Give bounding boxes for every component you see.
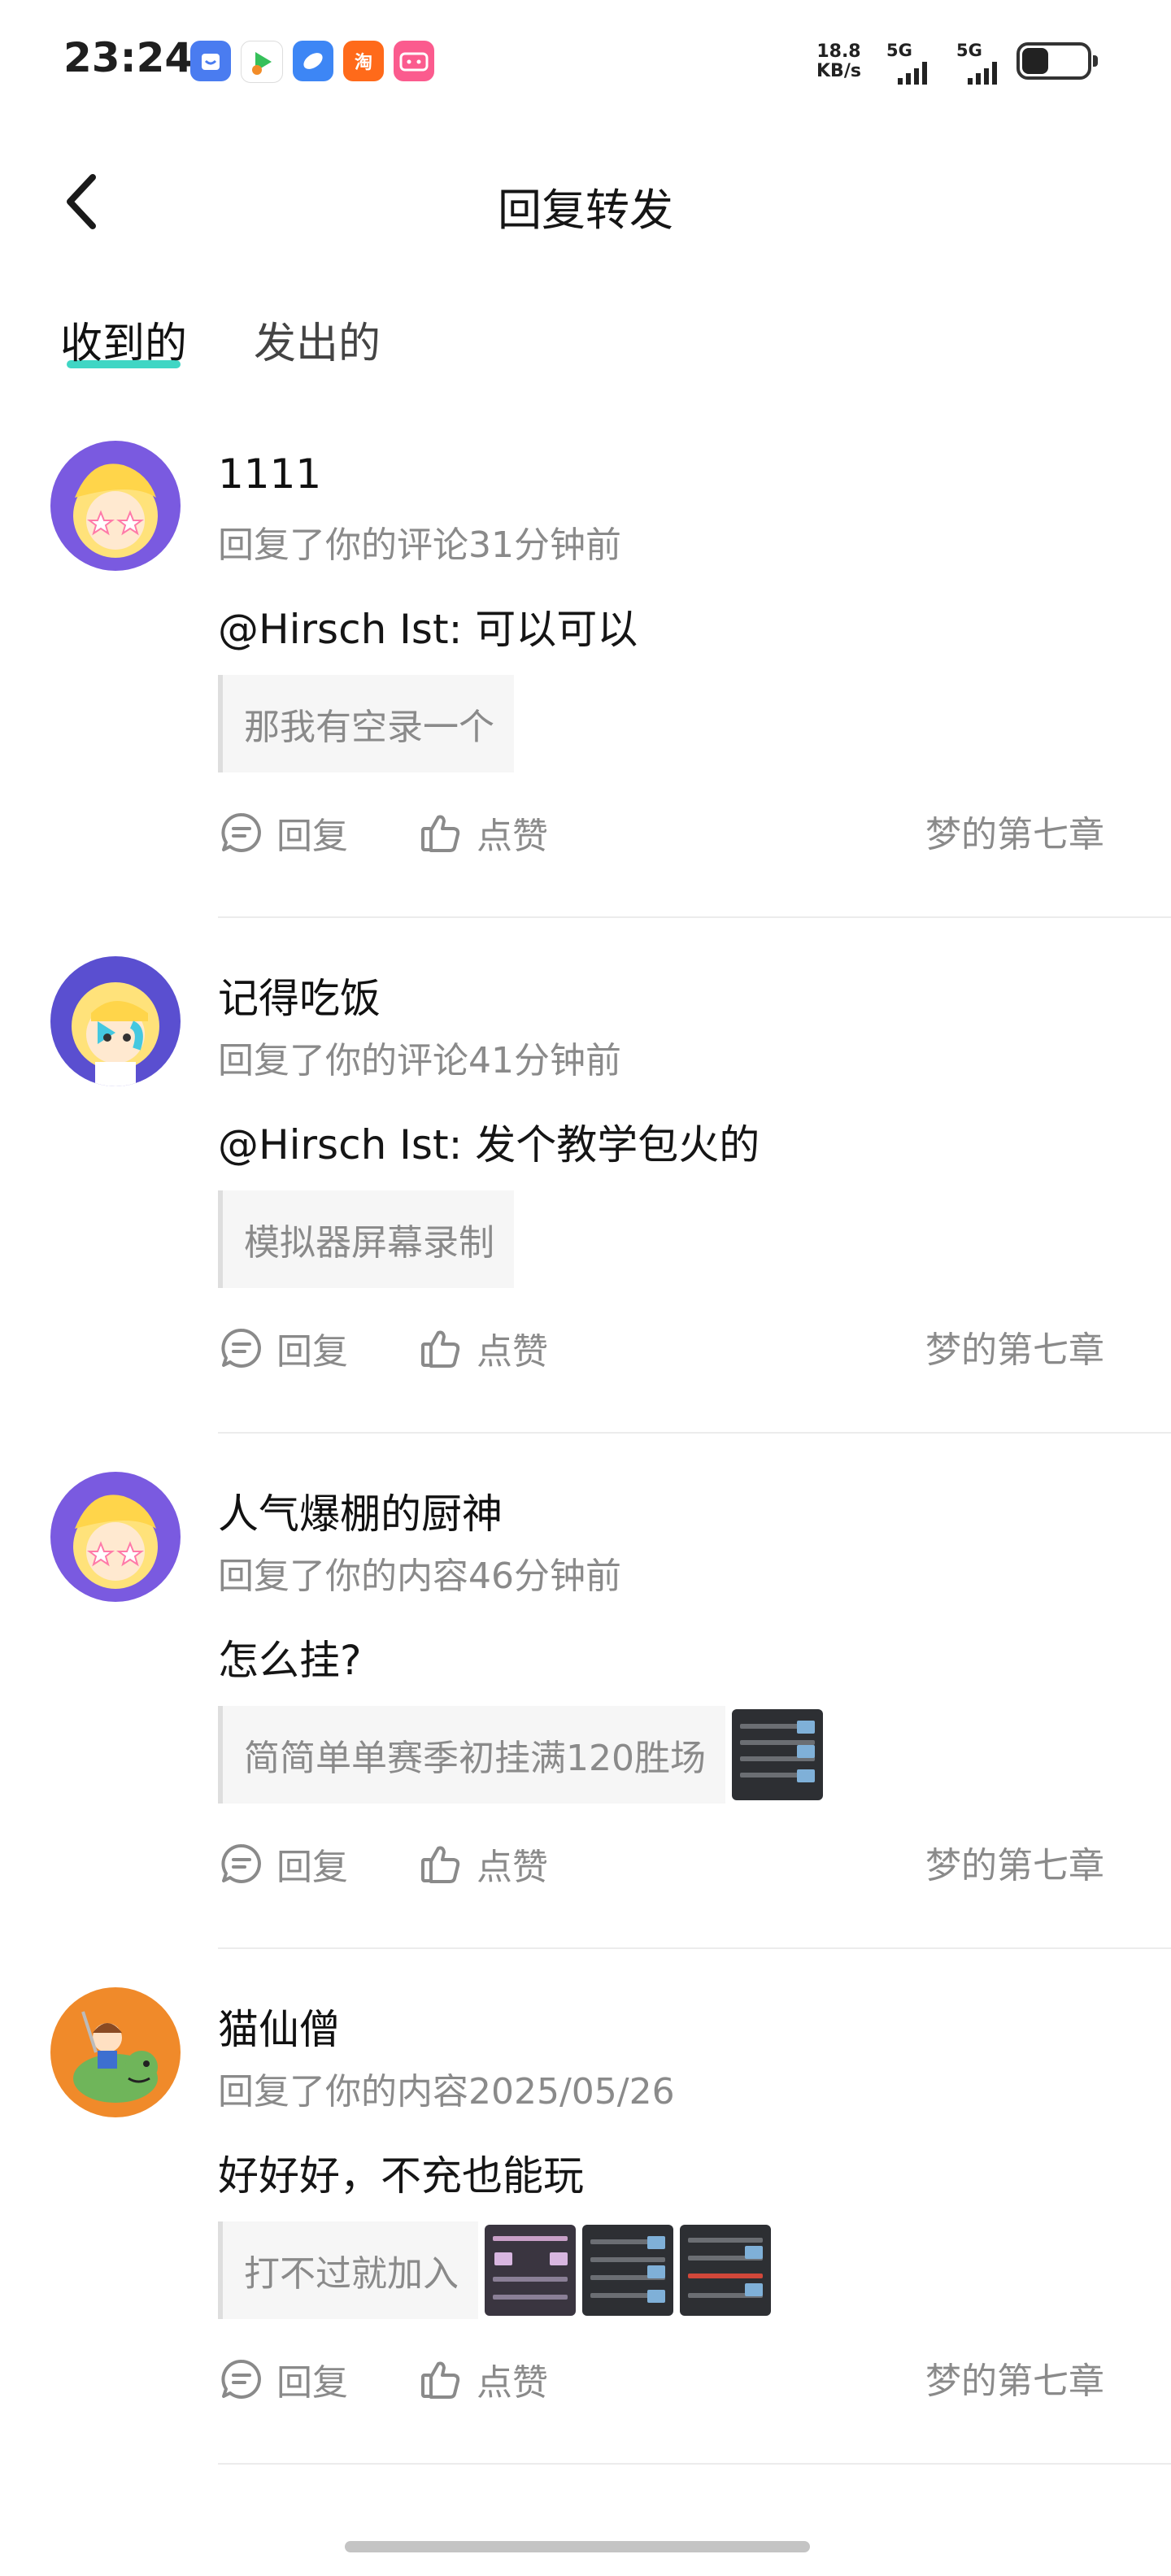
divider	[218, 916, 1171, 918]
signal-1-label: 5G	[886, 41, 912, 60]
divider	[218, 2463, 1171, 2465]
screenshot-thumbnail[interactable]	[731, 1709, 823, 1800]
username[interactable]: 猫仙僧	[218, 1997, 340, 2056]
screenshot-thumbnail[interactable]	[485, 2225, 576, 2316]
tab-sent-label: 发出的	[254, 320, 381, 368]
username[interactable]: 人气爆棚的厨神	[218, 1482, 503, 1540]
comment-icon	[221, 1328, 261, 1368]
reply-item[interactable]: 猫仙僧 回复了你的内容2025/05/26 好好好，不充也能玩 打不过就加入 回…	[0, 1987, 1171, 2503]
like-label: 点赞	[477, 1331, 548, 1373]
signal-1-icon: 5G	[886, 41, 935, 85]
reply-button[interactable]: 回复	[218, 807, 348, 859]
notification-app-icons: 淘	[190, 41, 434, 83]
reply-meta: 回复了你的评论41分钟前	[218, 1040, 621, 1081]
reply-label: 回复	[276, 816, 348, 857]
like-button[interactable]: 点赞	[418, 807, 548, 859]
username[interactable]: 记得吃饭	[218, 966, 381, 1025]
quoted-text: 那我有空录一个	[218, 675, 514, 772]
quoted-content[interactable]: 简简单单赛季初挂满120胜场	[218, 1706, 823, 1804]
comment-icon	[221, 1843, 261, 1883]
divider	[218, 1432, 1171, 1434]
tab-bar: 收到的 发出的	[60, 309, 381, 378]
reply-comment[interactable]: @Hirsch Ist: 发个教学包火的	[218, 1112, 760, 1171]
like-label: 点赞	[477, 1847, 548, 1888]
network-speed-value: 18.8	[816, 41, 861, 62]
thumbs-up-icon	[421, 2361, 460, 2399]
action-row: 回复 点赞 梦的第七章	[218, 2353, 1104, 2410]
tab-received[interactable]: 收到的	[60, 309, 187, 378]
thumbs-up-icon	[421, 815, 460, 852]
quoted-content[interactable]: 打不过就加入	[218, 2221, 771, 2319]
avatar[interactable]	[50, 441, 181, 571]
thumbs-up-icon	[421, 1846, 460, 1883]
thumbs-up-icon	[421, 1330, 460, 1368]
reply-meta: 回复了你的内容2025/05/26	[218, 2071, 675, 2113]
reply-button[interactable]: 回复	[218, 1838, 348, 1890]
tab-sent[interactable]: 发出的	[254, 309, 381, 378]
network-speed-unit: KB/s	[816, 61, 861, 81]
reply-comment[interactable]: @Hirsch Ist: 可以可以	[218, 597, 638, 655]
browser-app-icon	[293, 41, 333, 81]
taobao-app-icon: 淘	[343, 41, 384, 81]
network-speed: 18.8 KB/s	[816, 42, 861, 81]
battery-icon	[1016, 42, 1098, 80]
status-time: 23:24	[63, 34, 194, 81]
source-title[interactable]: 梦的第七章	[925, 807, 1104, 864]
page-title: 回复转发	[498, 185, 673, 236]
action-row: 回复 点赞 梦的第七章	[218, 1838, 1104, 1895]
reply-label: 回复	[276, 1331, 348, 1373]
like-button[interactable]: 点赞	[418, 1322, 548, 1374]
reply-meta: 回复了你的评论31分钟前	[218, 524, 621, 566]
source-title[interactable]: 梦的第七章	[925, 1838, 1104, 1895]
avatar[interactable]	[50, 1472, 181, 1602]
calendar-app-icon	[190, 41, 231, 81]
video-app-icon	[241, 41, 283, 83]
tab-received-label: 收到的	[60, 320, 188, 368]
avatar[interactable]	[50, 1987, 181, 2117]
quoted-text: 简简单单赛季初挂满120胜场	[218, 1706, 725, 1804]
divider	[218, 1947, 1171, 1949]
action-row: 回复 点赞 梦的第七章	[218, 1322, 1104, 1379]
avatar[interactable]	[50, 956, 181, 1086]
reply-comment[interactable]: 好好好，不充也能玩	[218, 2143, 584, 2202]
signal-2-label: 5G	[956, 41, 982, 60]
reply-comment[interactable]: 怎么挂?	[218, 1628, 362, 1686]
like-button[interactable]: 点赞	[418, 1838, 548, 1890]
reply-button[interactable]: 回复	[218, 2353, 348, 2405]
status-bar: 23:24 淘 18.8 KB/s 5G 5G	[0, 0, 1171, 122]
source-title[interactable]: 梦的第七章	[925, 1322, 1104, 1379]
page-header: 回复转发	[0, 154, 1171, 244]
quoted-content[interactable]: 模拟器屏幕录制	[218, 1190, 514, 1288]
reply-item[interactable]: 人气爆棚的厨神 回复了你的内容46分钟前 怎么挂? 简简单单赛季初挂满120胜场…	[0, 1472, 1171, 1987]
reply-button[interactable]: 回复	[218, 1322, 348, 1374]
reply-item[interactable]: 记得吃饭 回复了你的评论41分钟前 @Hirsch Ist: 发个教学包火的 模…	[0, 956, 1171, 1472]
like-label: 点赞	[477, 2362, 548, 2404]
screenshot-thumbnail[interactable]	[680, 2225, 771, 2316]
reply-meta: 回复了你的内容46分钟前	[218, 1556, 621, 1597]
reply-label: 回复	[276, 2362, 348, 2404]
comment-icon	[221, 812, 261, 852]
like-button[interactable]: 点赞	[418, 2353, 548, 2405]
bilibili-app-icon	[394, 41, 434, 81]
like-label: 点赞	[477, 816, 548, 857]
comment-icon	[221, 2359, 261, 2399]
quoted-text: 打不过就加入	[218, 2221, 478, 2319]
home-indicator[interactable]	[345, 2541, 810, 2552]
quoted-text: 模拟器屏幕录制	[218, 1190, 514, 1288]
reply-label: 回复	[276, 1847, 348, 1888]
signal-2-icon: 5G	[956, 41, 1013, 85]
username[interactable]: 1111	[218, 450, 321, 498]
action-row: 回复 点赞 梦的第七章	[218, 807, 1104, 864]
quoted-content[interactable]: 那我有空录一个	[218, 675, 514, 772]
source-title[interactable]: 梦的第七章	[925, 2353, 1104, 2410]
screenshot-thumbnail[interactable]	[582, 2225, 673, 2316]
reply-item[interactable]: 1111 回复了你的评论31分钟前 @Hirsch Ist: 可以可以 那我有空…	[0, 441, 1171, 956]
